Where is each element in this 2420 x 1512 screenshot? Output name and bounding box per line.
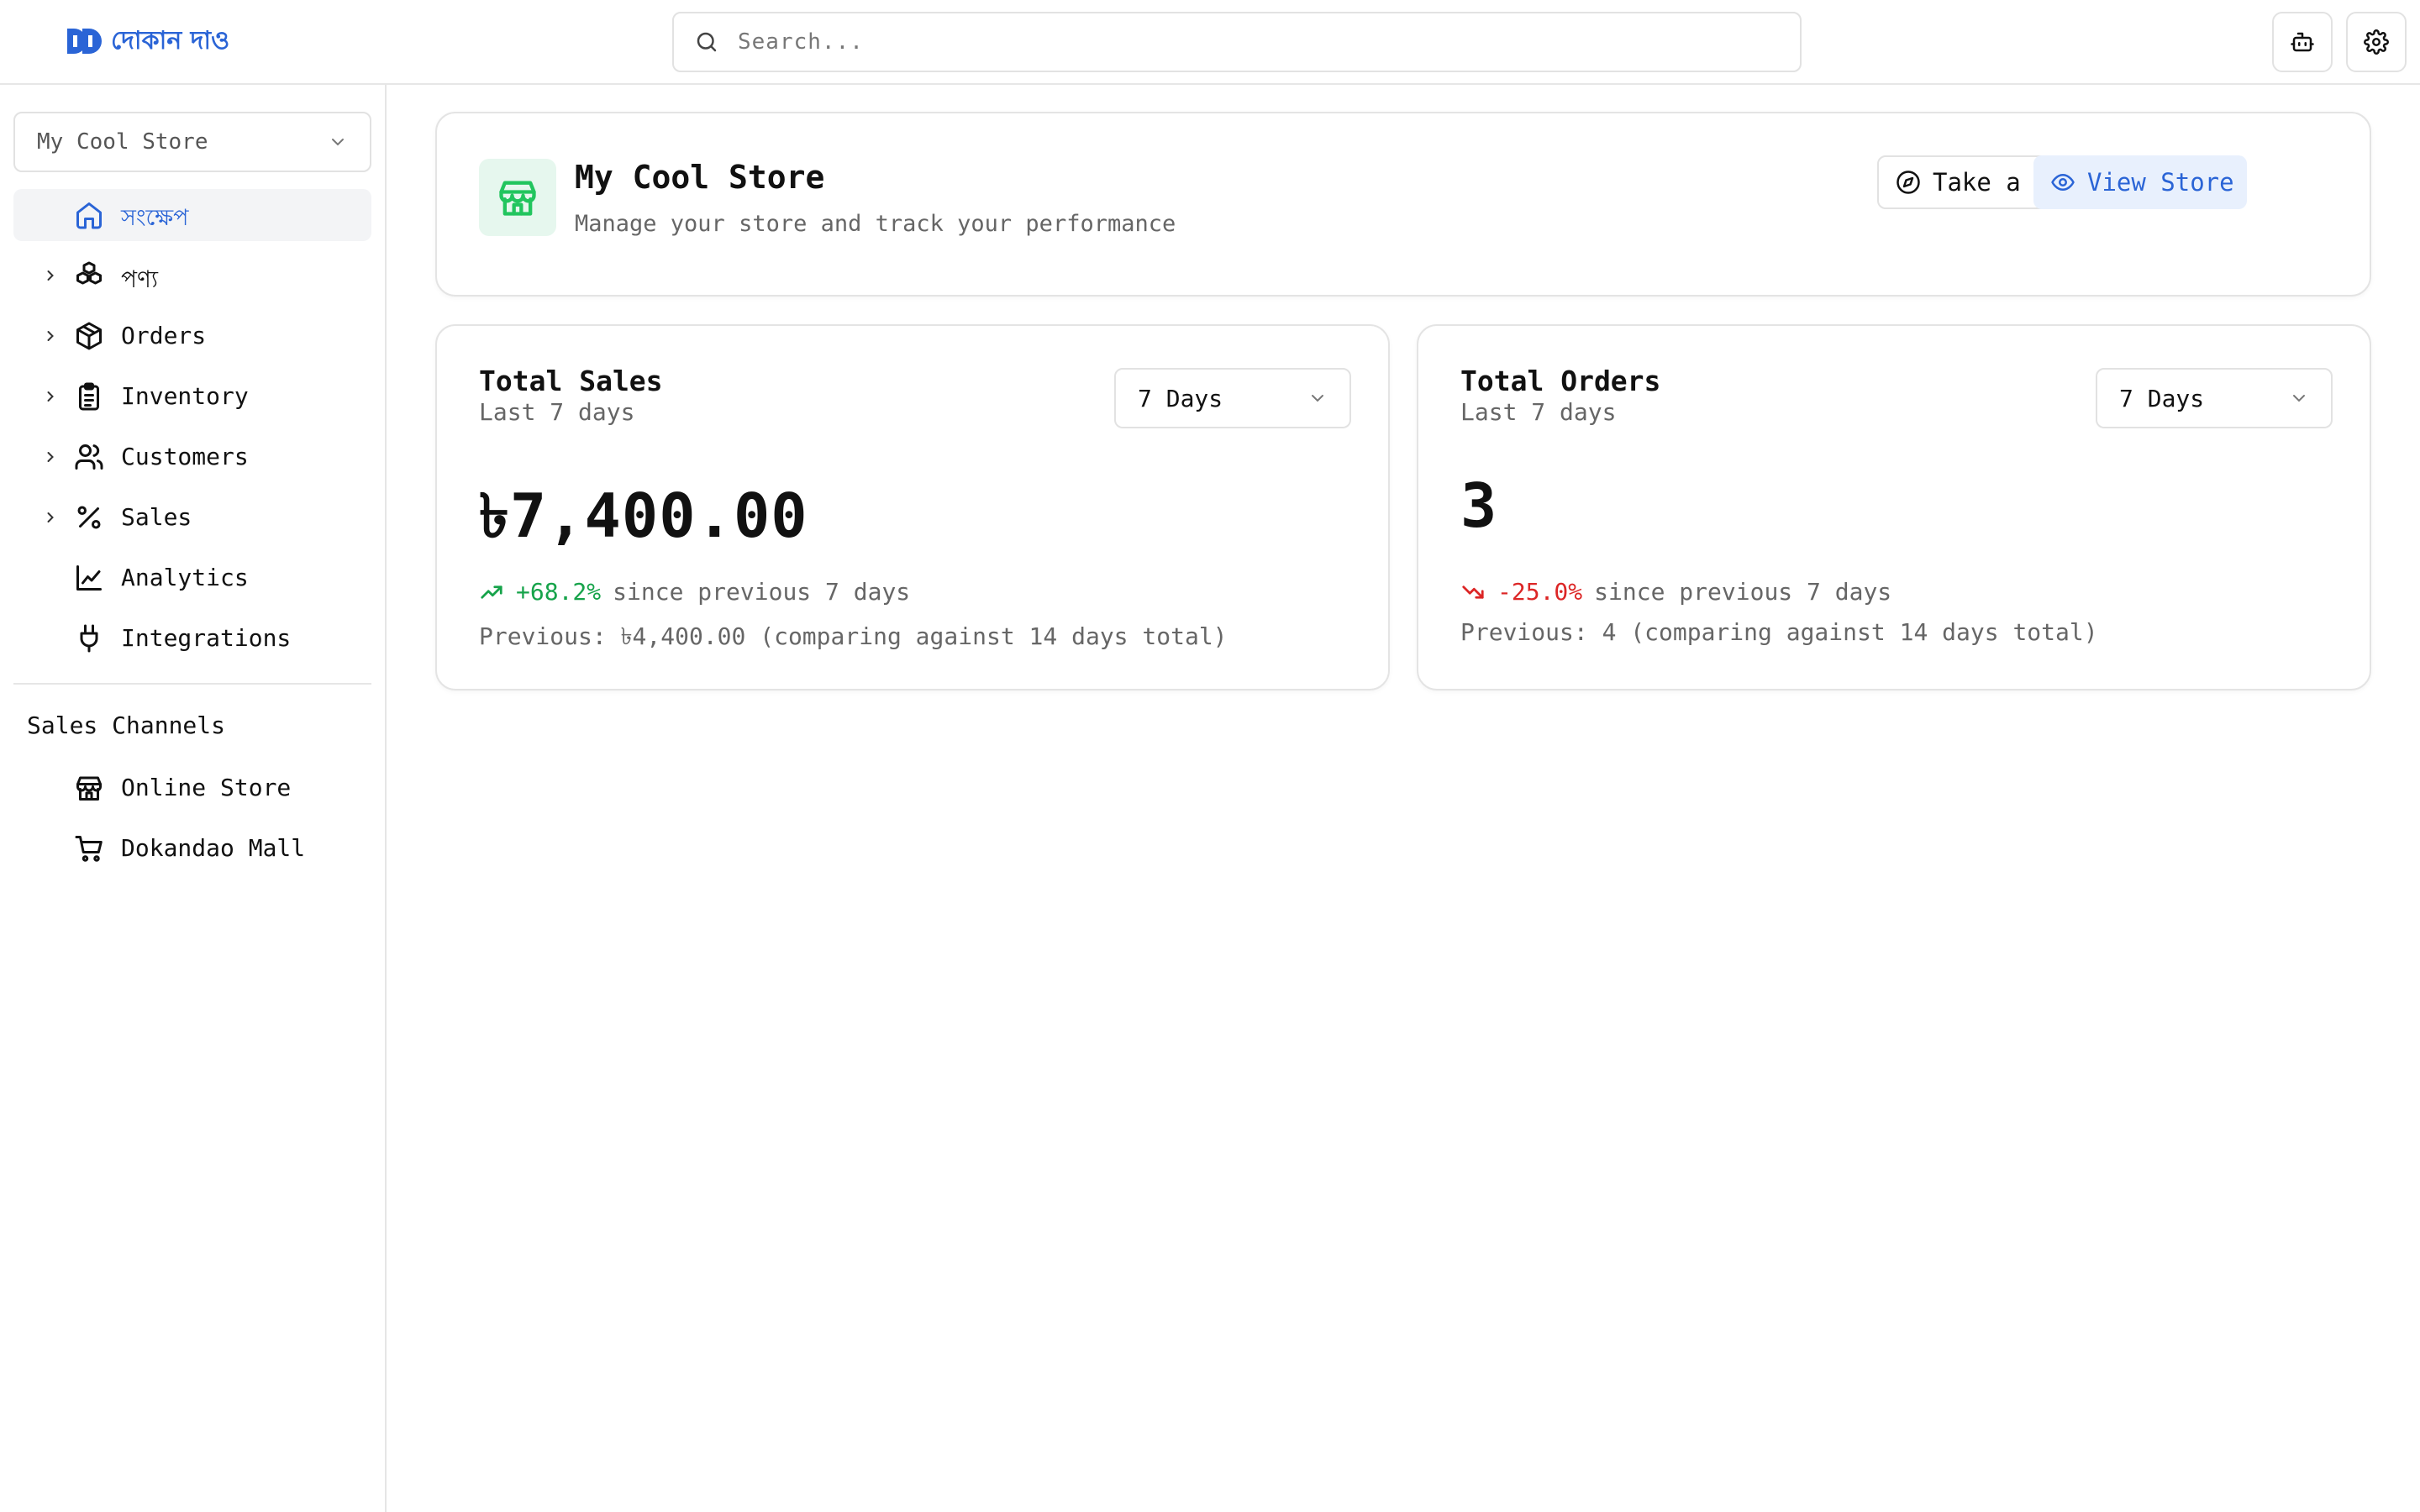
- stat-trend: +68.2% since previous 7 days: [479, 578, 910, 606]
- plug-icon: [74, 623, 104, 654]
- stat-value: ৳7,400.00: [479, 480, 808, 551]
- brand[interactable]: দোকান দাও: [66, 22, 229, 60]
- stat-trend: -25.0% since previous 7 days: [1460, 578, 1891, 606]
- cart-icon: [74, 833, 104, 864]
- sidebar-item-online-store[interactable]: Online Store: [13, 762, 371, 814]
- store-badge: [479, 159, 556, 236]
- sidebar-nav: সংক্ষেপ পণ্য Orders Inventory Customers …: [13, 189, 371, 673]
- compass-icon: [1896, 170, 1921, 195]
- sales-channels-list: Online Store Dokandao Mall: [13, 762, 371, 883]
- sidebar-item-label: Dokandao Mall: [121, 834, 306, 862]
- sidebar-item-sales[interactable]: Sales: [13, 491, 371, 543]
- trending-up-icon: [479, 580, 504, 605]
- chevron-down-icon: [1307, 388, 1328, 408]
- period-value: 7 Days: [1138, 384, 1223, 412]
- view-store-button[interactable]: View Store: [2033, 155, 2247, 209]
- sidebar-item-inventory[interactable]: Inventory: [13, 370, 371, 423]
- sidebar: My Cool Store সংক্ষেপ পণ্য Orders Invent…: [0, 85, 387, 1512]
- brand-name: দোকান দাও: [111, 25, 230, 55]
- sidebar-item-overview[interactable]: সংক্ষেপ: [13, 189, 371, 241]
- package-icon: [74, 321, 104, 351]
- percent-icon: [74, 502, 104, 533]
- sidebar-item-label: Inventory: [121, 382, 249, 410]
- stat-change-suffix: since previous 7 days: [613, 578, 911, 606]
- settings-button[interactable]: [2346, 12, 2407, 72]
- stat-subtitle: Last 7 days: [479, 398, 635, 426]
- search-bar[interactable]: [672, 12, 1802, 72]
- boxes-icon: [74, 260, 104, 291]
- sidebar-item-label: Orders: [121, 322, 207, 349]
- assistant-button[interactable]: [2272, 12, 2333, 72]
- store-icon: [496, 176, 539, 219]
- stat-change: +68.2%: [516, 578, 602, 606]
- sidebar-item-label: সংক্ষেপ: [121, 205, 189, 231]
- chevron-right-icon: [42, 509, 59, 526]
- top-bar: দোকান দাও: [0, 0, 2420, 85]
- page-title: My Cool Store: [575, 159, 825, 196]
- stat-change-suffix: since previous 7 days: [1594, 578, 1892, 606]
- store-header-card: My Cool Store Manage your store and trac…: [435, 112, 2371, 297]
- store-selector[interactable]: My Cool Store: [13, 112, 371, 172]
- sidebar-item-orders[interactable]: Orders: [13, 310, 371, 362]
- users-icon: [74, 442, 104, 472]
- sidebar-item-dokandao-mall[interactable]: Dokandao Mall: [13, 822, 371, 874]
- store-selector-value: My Cool Store: [37, 129, 208, 155]
- sidebar-item-integrations[interactable]: Integrations: [13, 612, 371, 664]
- sidebar-item-label: Integrations: [121, 624, 292, 652]
- sidebar-item-customers[interactable]: Customers: [13, 431, 371, 483]
- gear-icon: [2364, 29, 2389, 55]
- total-sales-card: Total Sales Last 7 days 7 Days ৳7,400.00…: [435, 324, 1390, 690]
- stat-previous: Previous: 4 (comparing against 14 days t…: [1460, 618, 2098, 646]
- sidebar-divider: [13, 683, 371, 685]
- home-icon: [74, 200, 104, 230]
- stat-subtitle: Last 7 days: [1460, 398, 1617, 426]
- period-value: 7 Days: [2119, 384, 2205, 412]
- chevron-right-icon: [42, 449, 59, 465]
- sidebar-item-label: Sales: [121, 503, 192, 531]
- chart-line-icon: [74, 563, 104, 593]
- chevron-down-icon: [2289, 388, 2309, 408]
- brand-dd-logo-icon: [66, 27, 103, 55]
- sidebar-item-label: Customers: [121, 443, 249, 470]
- view-store-label: View Store: [2087, 168, 2234, 197]
- sidebar-item-products[interactable]: পণ্য: [13, 249, 371, 302]
- search-input[interactable]: [738, 29, 1746, 55]
- chevron-right-icon: [42, 388, 59, 405]
- stat-title: Total Sales: [479, 365, 663, 397]
- stat-previous: Previous: ৳4,400.00 (comparing against 1…: [479, 622, 1228, 650]
- total-orders-card: Total Orders Last 7 days 7 Days 3 -25.0%…: [1417, 324, 2371, 690]
- sales-channels-title: Sales Channels: [27, 711, 226, 739]
- stat-change: -25.0%: [1497, 578, 1583, 606]
- sidebar-item-analytics[interactable]: Analytics: [13, 552, 371, 604]
- chevron-right-icon: [42, 328, 59, 344]
- chevron-down-icon: [328, 132, 348, 152]
- search-icon: [694, 29, 719, 55]
- period-select[interactable]: 7 Days: [1114, 368, 1351, 428]
- sidebar-item-label: Analytics: [121, 564, 249, 591]
- period-select[interactable]: 7 Days: [2096, 368, 2333, 428]
- stat-value: 3: [1460, 470, 1498, 541]
- page-subtitle: Manage your store and track your perform…: [575, 211, 1176, 237]
- sidebar-item-label: পণ্য: [121, 265, 159, 293]
- clipboard-icon: [74, 381, 104, 412]
- trending-down-icon: [1460, 580, 1486, 605]
- store-icon: [74, 773, 104, 803]
- bot-icon: [2290, 29, 2315, 55]
- sidebar-item-label: Online Store: [121, 774, 292, 801]
- eye-icon: [2050, 170, 2075, 195]
- chevron-right-icon: [42, 267, 59, 284]
- stat-title: Total Orders: [1460, 365, 1661, 397]
